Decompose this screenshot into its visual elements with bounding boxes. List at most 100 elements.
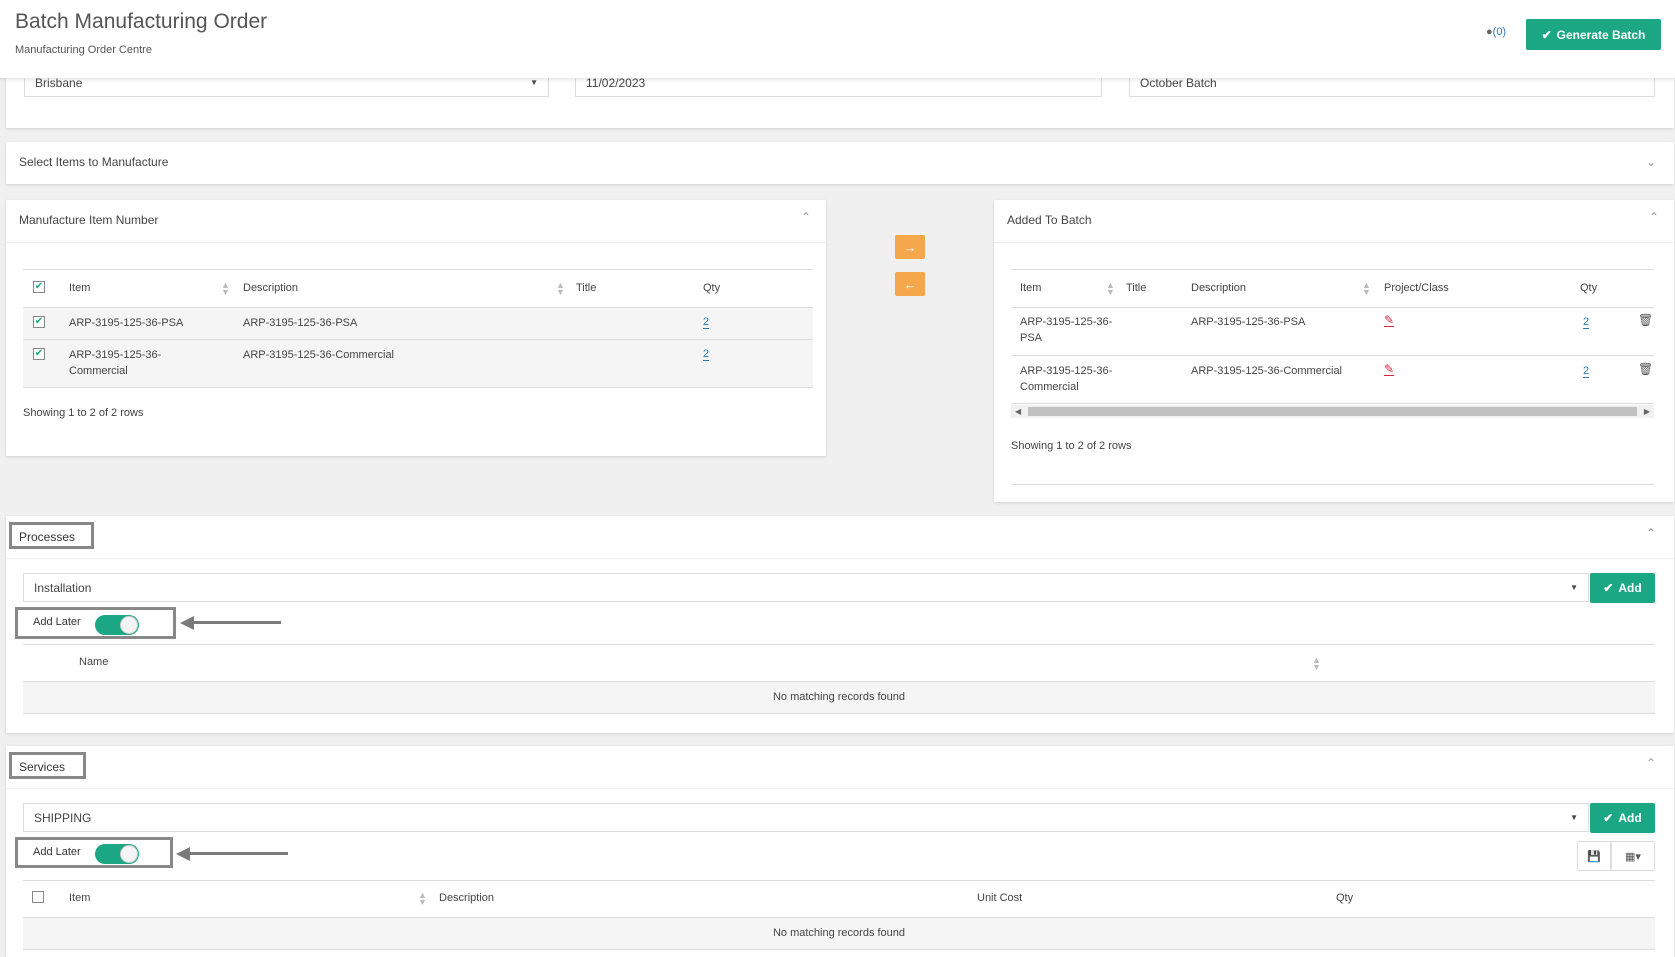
col-project-class[interactable]: Project/Class [1384, 282, 1449, 294]
arrow-right-icon: → [903, 239, 917, 255]
check-icon: ✔ [1603, 811, 1614, 825]
chevron-down-icon: ▼ [530, 78, 538, 87]
divider [6, 558, 1674, 559]
scroll-right-icon[interactable]: ▶ [1644, 405, 1650, 418]
col-unit-cost[interactable]: Unit Cost [977, 892, 1022, 904]
divider [6, 242, 826, 243]
sort-icon[interactable]: ▲ ▼ [1362, 281, 1371, 297]
horizontal-scrollbar[interactable]: ◀ ▶ [1011, 405, 1654, 418]
save-icon: 💾 [1587, 850, 1601, 863]
row-checkbox[interactable]: ✔ [33, 316, 45, 328]
check-icon: ✔ [1541, 27, 1552, 42]
trash-icon[interactable]: 🗑 [1638, 313, 1653, 327]
generate-batch-label: Generate Batch [1556, 27, 1646, 42]
manufacture-item-panel: Manufacture Item Number ⌃ ✔ Item ▲ ▼ Desc… [6, 200, 826, 456]
row-qty[interactable]: 2 [1583, 365, 1590, 378]
col-item[interactable]: Item [69, 282, 90, 294]
col-qty[interactable]: Qty [1336, 892, 1353, 904]
save-view-button[interactable]: 💾 [1577, 841, 1611, 871]
chevron-up-icon[interactable]: ⌃ [1646, 756, 1656, 770]
row-qty[interactable]: 2 [1583, 316, 1590, 329]
chevron-down-icon: ▼ [1570, 583, 1578, 592]
row-description: ARP-3195-125-36-PSA [243, 317, 358, 329]
empty-message: No matching records found [772, 927, 906, 939]
pencil-icon[interactable]: ✎ [1384, 314, 1395, 327]
sort-icon[interactable]: ▲ ▼ [1106, 281, 1115, 297]
arrow-left-icon: ← [903, 276, 917, 292]
col-description[interactable]: Description [439, 892, 494, 904]
annotation-arrow-line [188, 852, 288, 855]
process-select[interactable]: Installation ▼ [23, 573, 1589, 602]
trash-icon[interactable]: 🗑 [1638, 362, 1653, 376]
row-qty[interactable]: 2 [703, 348, 710, 361]
row-description: ARP-3195-125-36-Commercial [243, 349, 395, 361]
add-later-highlight: Add Later [15, 607, 176, 639]
chevron-up-icon[interactable]: ⌃ [1646, 526, 1656, 540]
sort-icon[interactable]: ▲ ▼ [418, 891, 427, 907]
col-description[interactable]: Description [243, 282, 298, 294]
chevron-down-icon: ▼ [1570, 813, 1578, 822]
added-to-batch-panel: Added To Batch ⌃ Item ▲ ▼ Title Descripti… [994, 200, 1674, 502]
sort-icon[interactable]: ▲ ▼ [221, 281, 230, 297]
scrollbar-thumb[interactable] [1028, 407, 1637, 416]
divider [994, 242, 1674, 243]
sort-icon[interactable]: ▲ ▼ [1312, 656, 1321, 672]
annotation-arrow-line [192, 621, 281, 624]
sort-icon[interactable]: ▲ ▼ [556, 281, 565, 297]
select-items-title: Select Items to Manufacture [19, 155, 169, 169]
add-later-toggle[interactable] [95, 615, 139, 635]
scroll-left-icon[interactable]: ◀ [1015, 405, 1021, 418]
footer-divider [1011, 484, 1654, 485]
select-all-checkbox[interactable] [32, 891, 44, 903]
generate-batch-button[interactable]: ✔ Generate Batch [1526, 19, 1661, 50]
col-qty[interactable]: Qty [703, 282, 720, 294]
row-description: ARP-3195-125-36-PSA [1191, 316, 1306, 328]
remove-from-batch-button[interactable]: ← [895, 272, 925, 296]
batch-panel-title: Added To Batch [1007, 213, 1092, 227]
col-qty[interactable]: Qty [1580, 282, 1597, 294]
row-divider [23, 713, 1655, 714]
row-divider [1011, 403, 1654, 404]
add-service-label: Add [1618, 811, 1642, 825]
processes-panel: ⌃ Installation ▼ ✔ Add Name ▲ ▼ No matchi… [6, 516, 1674, 733]
add-later-toggle[interactable] [95, 844, 139, 864]
col-item[interactable]: Item [69, 892, 90, 904]
add-service-button[interactable]: ✔ Add [1590, 803, 1655, 833]
toggle-knob [120, 616, 138, 634]
add-later-highlight: Add Later [15, 837, 173, 868]
services-heading: Services [9, 752, 86, 779]
chevron-down-icon[interactable]: ⌄ [1646, 155, 1656, 169]
comments-count: (0) [1492, 26, 1507, 38]
row-divider [23, 387, 813, 388]
row-qty[interactable]: 2 [703, 316, 710, 329]
pagination-info: Showing 1 to 2 of 2 rows [1011, 440, 1132, 452]
chevron-up-icon[interactable]: ⌃ [801, 210, 811, 224]
page-title: Batch Manufacturing Order [15, 10, 268, 33]
chevron-up-icon[interactable]: ⌃ [1649, 210, 1659, 224]
pencil-icon[interactable]: ✎ [1384, 363, 1395, 376]
col-item[interactable]: Item [1020, 282, 1041, 294]
row-divider [23, 949, 1655, 950]
service-value: SHIPPING [34, 810, 92, 825]
col-title[interactable]: Title [576, 282, 596, 294]
add-later-label: Add Later [33, 846, 81, 858]
comments-link[interactable]: ●(0) [1486, 26, 1506, 38]
processes-title: Processes [19, 530, 76, 544]
col-description[interactable]: Description [1191, 282, 1246, 294]
row-item: ARP-3195-125-36-Commercial [69, 349, 162, 377]
col-name[interactable]: Name [79, 656, 108, 668]
select-items-panel[interactable]: Select Items to Manufacture ⌄ [6, 142, 1674, 184]
add-process-button[interactable]: ✔ Add [1590, 573, 1655, 603]
service-select[interactable]: SHIPPING ▼ [23, 803, 1589, 832]
select-all-checkbox[interactable]: ✔ [33, 281, 45, 293]
table-top-border [23, 269, 813, 270]
divider [6, 788, 1674, 789]
table-top-border [1011, 269, 1654, 270]
add-to-batch-button[interactable]: → [895, 235, 925, 259]
row-checkbox[interactable]: ✔ [33, 348, 45, 360]
columns-toggle-button[interactable]: ▦▾ [1611, 841, 1655, 871]
row-divider [1011, 355, 1654, 356]
manufacture-panel-title: Manufacture Item Number [19, 213, 159, 227]
add-process-label: Add [1618, 581, 1642, 595]
col-title[interactable]: Title [1126, 282, 1146, 294]
